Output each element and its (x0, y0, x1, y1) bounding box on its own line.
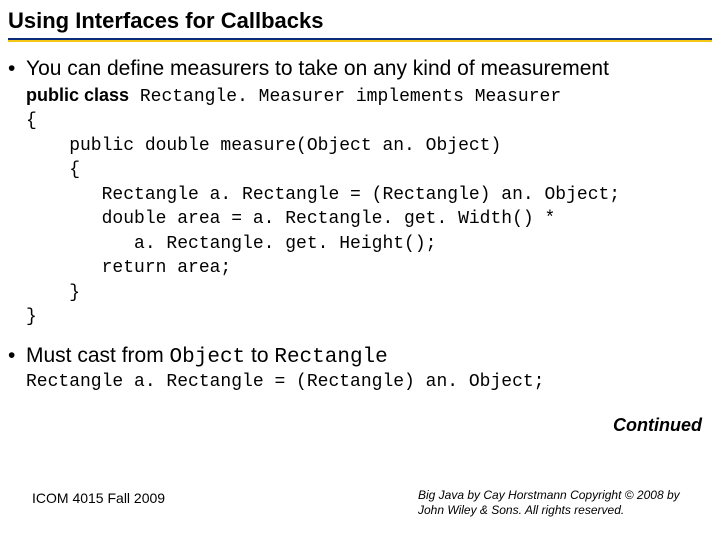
code-line: double area = a. Rectangle. get. Width()… (26, 209, 555, 229)
bullet-2-p1: Must cast from (26, 344, 170, 367)
code-decl-rest: Rectangle. Measurer implements Measurer (129, 87, 561, 107)
code-line: } (26, 283, 80, 303)
bullet-dot-icon: • (8, 343, 26, 369)
code-keyword: public class (26, 85, 129, 105)
code-block-1: public class Rectangle. Measurer impleme… (8, 84, 712, 329)
bullet-2: • Must cast from Object to Rectangle (8, 343, 712, 371)
slide: Using Interfaces for Callbacks • You can… (0, 0, 720, 540)
slide-body: • You can define measurers to take on an… (0, 42, 720, 394)
code-line: public double measure(Object an. Object) (26, 136, 501, 156)
bullet-2-code-2: Rectangle (274, 346, 387, 369)
code-block-2: Rectangle a. Rectangle = (Rectangle) an.… (8, 372, 712, 394)
code-line: } (26, 307, 37, 327)
code-line: { (26, 160, 80, 180)
bullet-2-p2: to (245, 344, 274, 367)
bullet-2-code-1: Object (170, 346, 246, 369)
code-line: Rectangle a. Rectangle = (Rectangle) an.… (26, 185, 620, 205)
bullet-1: • You can define measurers to take on an… (8, 56, 712, 82)
bullet-dot-icon: • (8, 56, 26, 82)
footer-right: Big Java by Cay Horstmann Copyright © 20… (418, 488, 708, 518)
footer-left: ICOM 4015 Fall 2009 (32, 490, 165, 506)
continued-label: Continued (613, 415, 702, 436)
code-line: a. Rectangle. get. Height(); (26, 234, 436, 254)
slide-title: Using Interfaces for Callbacks (0, 0, 720, 38)
bullet-1-text: You can define measurers to take on any … (26, 56, 712, 82)
bullet-2-text: Must cast from Object to Rectangle (26, 343, 712, 371)
code-line: { (26, 111, 37, 131)
code-line: return area; (26, 258, 231, 278)
